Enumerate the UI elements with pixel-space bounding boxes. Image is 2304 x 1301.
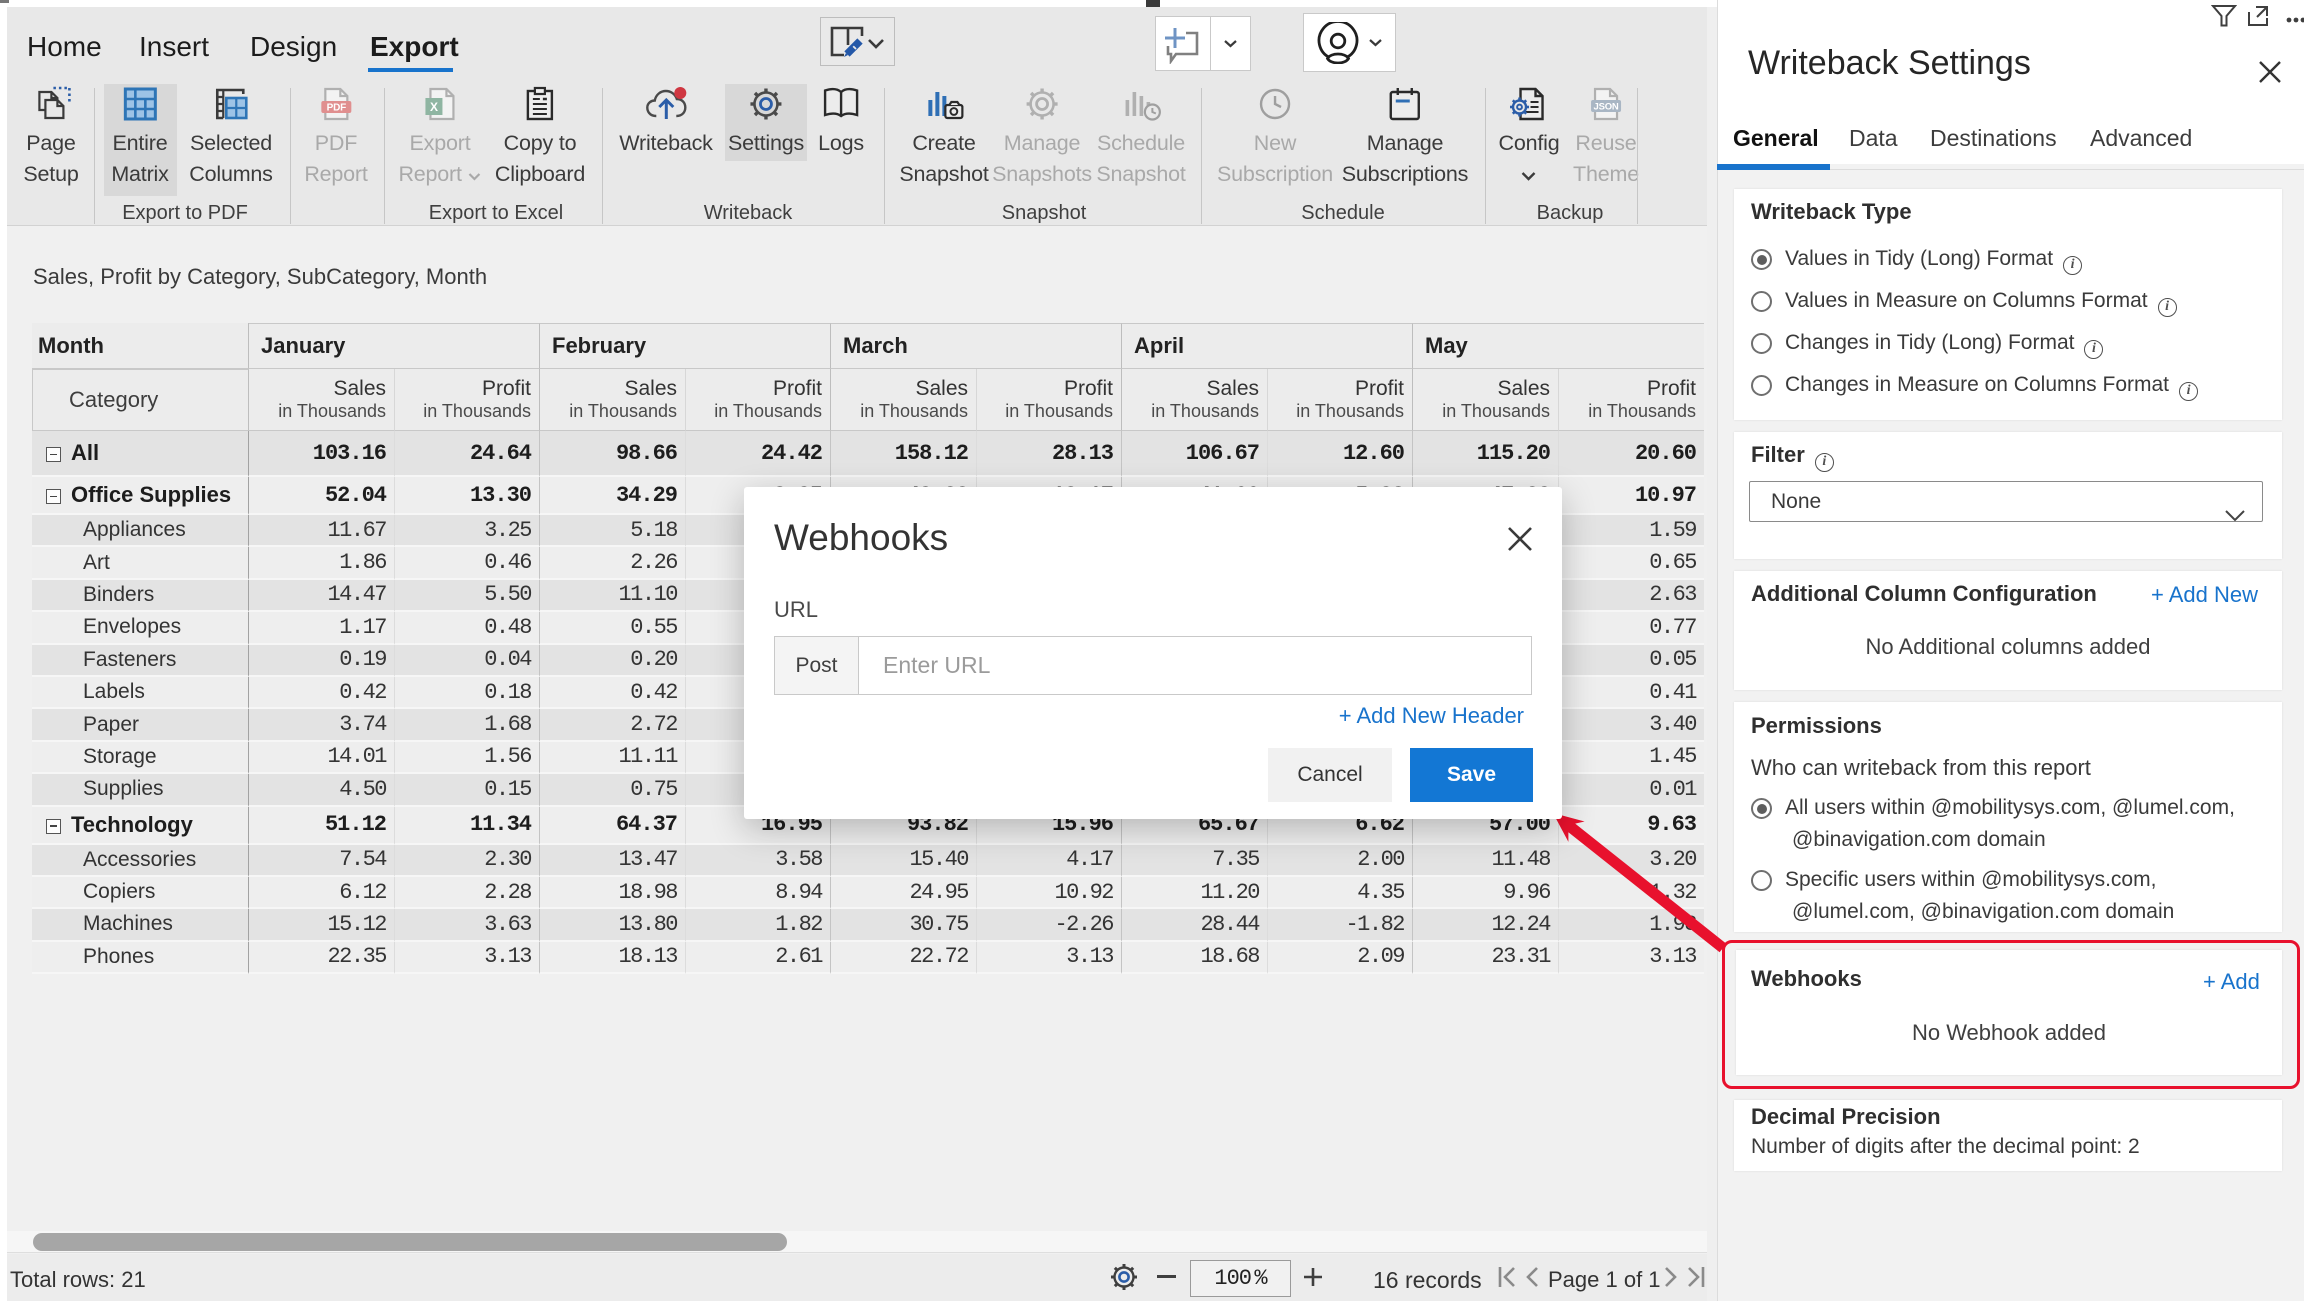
svg-text:JSON: JSON — [1593, 102, 1618, 113]
svg-text:X: X — [430, 100, 438, 114]
svg-text:PDF: PDF — [326, 103, 345, 114]
